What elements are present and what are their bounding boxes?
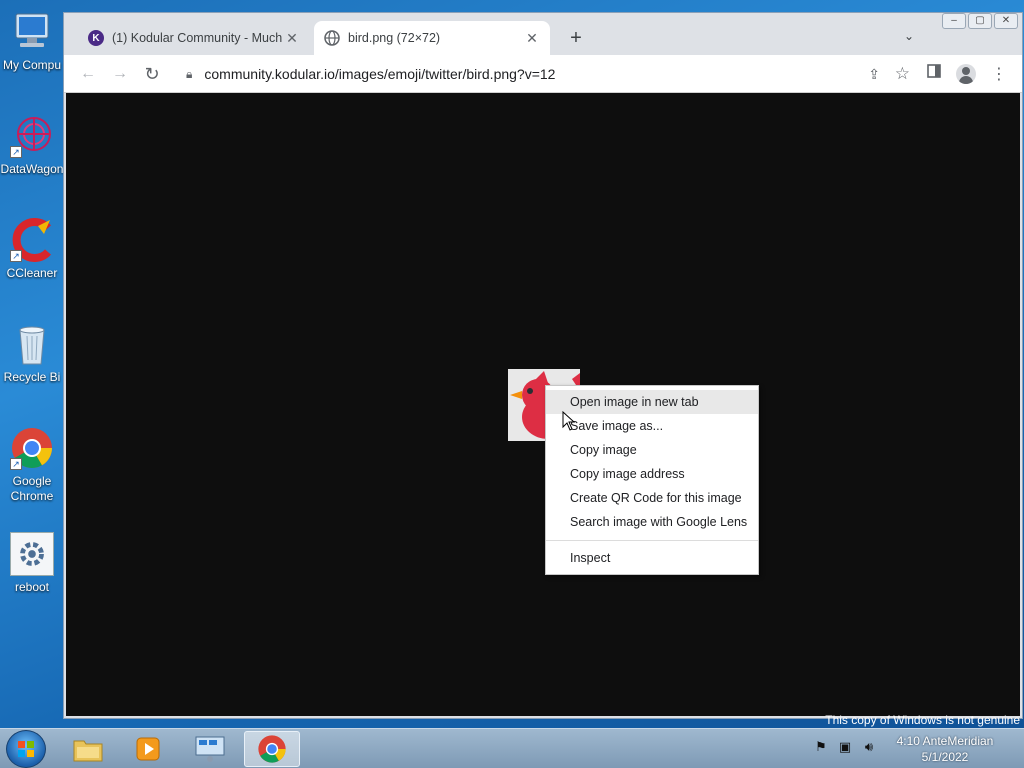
url-text: community.kodular.io/images/emoji/twitte… (204, 66, 556, 82)
system-tray: ⚑ ▣ 🔊︎ (812, 739, 878, 757)
desktop-icon-label: reboot (14, 580, 50, 594)
clock-time: 4:10 AnteMeridian (896, 734, 994, 748)
desktop-icon-datawagon[interactable]: ↗ DataWagon (0, 114, 64, 177)
taskbar-remote-desktop[interactable] (182, 731, 238, 767)
menu-kebab-icon[interactable]: ⋮ (988, 64, 1010, 84)
side-panel-icon[interactable] (923, 64, 945, 82)
computer-icon (10, 10, 54, 54)
minimize-button[interactable]: – (942, 13, 966, 29)
desktop-icon-reboot[interactable]: reboot (0, 532, 64, 595)
desktop-icon-label: My Compu (2, 58, 61, 72)
taskbar-google-chrome[interactable] (244, 731, 300, 767)
desktop-icon-ccleaner[interactable]: ↗ CCleaner (0, 218, 64, 281)
tab-strip: K (1) Kodular Community - Much n ✕ bird.… (64, 13, 1022, 55)
remote-desktop-icon (195, 736, 225, 762)
datawagon-icon: ↗ (10, 114, 54, 158)
shortcut-arrow-icon: ↗ (10, 146, 22, 158)
bookmark-star-icon[interactable]: ☆ (895, 64, 910, 84)
window-controls: – ▢ ✕ (942, 13, 1018, 29)
context-menu: Open image in new tab Save image as... C… (545, 385, 759, 575)
taskbar-media-player[interactable] (120, 731, 176, 767)
menu-item-save-image-as[interactable]: Save image as... (546, 414, 758, 438)
menu-item-copy-image[interactable]: Copy image (546, 438, 758, 462)
folder-icon (73, 740, 103, 762)
share-icon[interactable]: ⇪ (868, 66, 880, 83)
forward-button[interactable]: → (108, 62, 132, 86)
desktop-icon-google-chrome[interactable]: ↗ Google Chrome (0, 426, 64, 504)
windows-logo-icon (18, 741, 34, 757)
desktop-icon-label: Google Chrome (10, 474, 54, 503)
desktop-icon-label: Recycle Bi (3, 370, 61, 384)
tab-close-icon[interactable]: ✕ (284, 30, 300, 47)
new-tab-button[interactable]: + (564, 27, 588, 51)
tab-bird-png[interactable]: bird.png (72×72) ✕ (314, 21, 550, 55)
menu-item-copy-image-address[interactable]: Copy image address (546, 462, 758, 486)
desktop-icon-recycle-bin[interactable]: Recycle Bi (0, 322, 64, 385)
tray-network-flag-icon[interactable]: ⚑ (812, 739, 830, 757)
clock-date: 5/1/2022 (921, 750, 969, 764)
browser-window: K (1) Kodular Community - Much n ✕ bird.… (63, 12, 1023, 719)
mouse-cursor-icon (562, 410, 576, 436)
tab-title: (1) Kodular Community - Much n (112, 31, 284, 45)
media-player-icon (136, 737, 160, 761)
browser-toolbar: ← → ↻ 🔒︎ community.kodular.io/images/emo… (64, 55, 1022, 93)
globe-icon (324, 30, 340, 46)
recycle-bin-icon (10, 322, 54, 366)
ccleaner-icon: ↗ (10, 218, 54, 262)
tray-volume-icon[interactable]: 🔊︎ (860, 739, 878, 757)
desktop-icon-label: CCleaner (6, 266, 58, 280)
back-button[interactable]: ← (76, 62, 100, 86)
taskbar-clock[interactable]: 4:10 AnteMeridian 5/1/2022 (886, 733, 1004, 765)
chrome-icon: ↗ (10, 426, 54, 470)
windows-genuine-watermark: This copy of Windows is not genuine (825, 713, 1020, 727)
tab-close-icon[interactable]: ✕ (524, 30, 540, 47)
taskbar: ⚑ ▣ 🔊︎ 4:10 AnteMeridian 5/1/2022 (0, 728, 1024, 768)
tab-search-icon[interactable]: ⌄ (904, 29, 914, 43)
shortcut-arrow-icon: ↗ (10, 250, 22, 262)
reboot-icon (10, 532, 54, 576)
tab-kodular-community[interactable]: K (1) Kodular Community - Much n ✕ (78, 21, 310, 55)
menu-item-inspect[interactable]: Inspect (546, 546, 758, 570)
desktop-icon-label: DataWagon (0, 162, 64, 176)
profile-avatar-icon[interactable] (956, 64, 976, 84)
lock-icon[interactable]: 🔒︎ (186, 67, 192, 82)
tab-title: bird.png (72×72) (348, 31, 441, 45)
shortcut-arrow-icon: ↗ (10, 458, 22, 470)
desktop-icon-my-computer[interactable]: My Compu (0, 10, 64, 73)
menu-item-create-qr-code[interactable]: Create QR Code for this image (546, 486, 758, 510)
address-bar[interactable]: 🔒︎ community.kodular.io/images/emoji/twi… (174, 60, 914, 88)
menu-item-search-google-lens[interactable]: Search image with Google Lens (546, 510, 758, 534)
chrome-icon (258, 735, 286, 763)
reload-button[interactable]: ↻ (140, 62, 164, 86)
start-button[interactable] (6, 730, 46, 768)
page-content (66, 93, 1020, 716)
menu-item-open-image-new-tab[interactable]: Open image in new tab (546, 390, 758, 414)
close-button[interactable]: ✕ (994, 13, 1018, 29)
kodular-favicon-icon: K (88, 30, 104, 46)
maximize-button[interactable]: ▢ (968, 13, 992, 29)
tray-monitor-icon[interactable]: ▣ (836, 739, 854, 757)
taskbar-file-explorer[interactable] (60, 731, 116, 767)
menu-separator (546, 540, 758, 541)
